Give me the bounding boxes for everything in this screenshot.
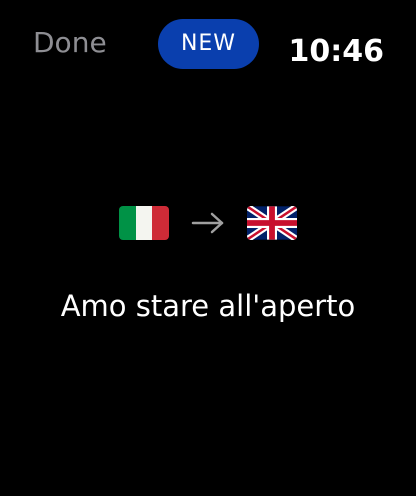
- done-button[interactable]: Done: [33, 24, 107, 62]
- italy-flag-icon: [119, 206, 169, 240]
- uk-flag-icon: [247, 206, 297, 240]
- phrase-text: Amo stare all'aperto: [60, 289, 356, 323]
- language-direction: [0, 203, 416, 243]
- new-button[interactable]: NEW: [158, 19, 259, 69]
- arrow-right-icon: [191, 211, 225, 235]
- clock-time: 10:46: [288, 34, 385, 69]
